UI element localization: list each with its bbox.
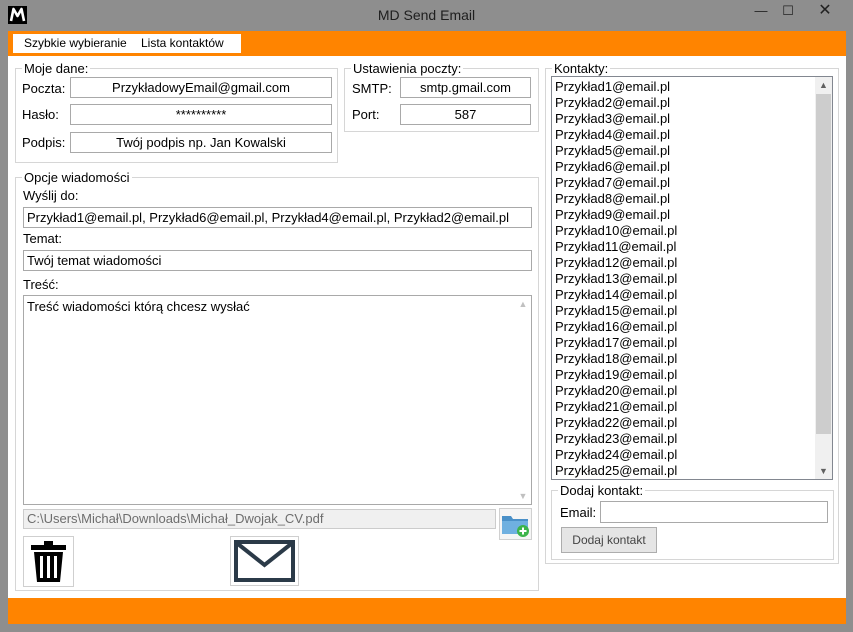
contact-list-item[interactable]: Przykład7@email.pl — [553, 175, 815, 191]
attach-file-button[interactable] — [499, 508, 532, 540]
trash-icon — [31, 541, 66, 582]
contact-list-item[interactable]: Przykład3@email.pl — [553, 111, 815, 127]
contact-list-item[interactable]: Przykład13@email.pl — [553, 271, 815, 287]
contact-list-item[interactable]: Przykład25@email.pl — [553, 463, 815, 479]
contact-list-item[interactable]: Przykład11@email.pl — [553, 239, 815, 255]
title-bar: MD Send Email — ☐ ✕ — [0, 0, 853, 30]
recipients-field[interactable]: Przykład1@email.pl, Przykład6@email.pl, … — [23, 207, 532, 228]
contact-list-item[interactable]: Przykład14@email.pl — [553, 287, 815, 303]
my-data-title: Moje dane: — [22, 61, 91, 76]
mail-settings-group: Ustawienia poczty: SMTP: smtp.gmail.com … — [344, 61, 539, 132]
menu-item-speed-dial[interactable]: Szybkie wybieranie — [24, 36, 127, 50]
contacts-listbox[interactable]: Przykład1@email.pl Przykład2@email.pl Przy… — [551, 76, 833, 480]
contact-list-item[interactable]: Przykład10@email.pl — [553, 223, 815, 239]
my-data-group: Moje dane: Poczta: PrzykładowyEmail@gmai… — [15, 61, 338, 163]
port-field[interactable]: 587 — [400, 104, 531, 125]
recipients-label: Wyślij do: — [23, 188, 79, 203]
contact-list-item[interactable]: Przykład9@email.pl — [553, 207, 815, 223]
menu-strip: Szybkie wybieranie Lista kontaktów — [13, 34, 241, 53]
contact-list-item[interactable]: Przykład24@email.pl — [553, 447, 815, 463]
port-label: Port: — [352, 107, 380, 122]
contacts-scroll-thumb[interactable] — [816, 94, 831, 434]
delete-button[interactable] — [23, 536, 74, 587]
contact-list-item[interactable]: Przykład15@email.pl — [553, 303, 815, 319]
smtp-field[interactable]: smtp.gmail.com — [400, 77, 531, 98]
smtp-label: SMTP: — [352, 81, 392, 96]
message-body-area[interactable]: Treść wiadomości którą chcesz wysłać ▲ ▼ — [23, 295, 532, 505]
contact-list-item[interactable]: Przykład4@email.pl — [553, 127, 815, 143]
contacts-scrollbar[interactable]: ▲ ▼ — [815, 77, 832, 479]
contact-list-item[interactable]: Przykład19@email.pl — [553, 367, 815, 383]
body-label: Treść: — [23, 277, 59, 292]
contact-list-item[interactable]: Przykład16@email.pl — [553, 319, 815, 335]
contact-list-item[interactable]: Przykład17@email.pl — [553, 335, 815, 351]
new-contact-email-label: Email: — [560, 505, 597, 520]
contacts-scroll-up-icon[interactable]: ▲ — [815, 78, 832, 92]
contact-list-item[interactable]: Przykład2@email.pl — [553, 95, 815, 111]
menu-bar: Szybkie wybieranie Lista kontaktów — [8, 31, 846, 56]
body-scroll-down-icon[interactable]: ▼ — [515, 489, 531, 503]
contact-list-item[interactable]: Przykład21@email.pl — [553, 399, 815, 415]
body-scroll-up-icon[interactable]: ▲ — [515, 297, 531, 311]
subject-field[interactable]: Twój temat wiadomości — [23, 250, 532, 271]
password-label: Hasło: — [22, 107, 59, 122]
menu-item-contact-list[interactable]: Lista kontaktów — [141, 36, 224, 50]
signature-label: Podpis: — [22, 135, 66, 150]
contacts-scroll-down-icon[interactable]: ▼ — [815, 464, 832, 478]
add-contact-group: Dodaj kontakt: Email: Dodaj kontakt — [551, 483, 834, 560]
body-scrollbar[interactable]: ▲ ▼ — [515, 296, 531, 504]
message-options-group: Opcje wiadomości Wyślij do: Przykład1@em… — [15, 170, 539, 591]
contacts-group: Kontakty: Przykład1@email.pl Przykład2@em… — [545, 61, 839, 564]
contact-list-item[interactable]: Przykład22@email.pl — [553, 415, 815, 431]
window-title: MD Send Email — [377, 7, 476, 23]
contact-list-item[interactable]: Przykład18@email.pl — [553, 351, 815, 367]
signature-field[interactable]: Twój podpis np. Jan Kowalski — [70, 132, 332, 153]
email-label: Poczta: — [22, 81, 66, 96]
contact-list-item[interactable]: Przykład1@email.pl — [553, 79, 815, 95]
new-contact-email-input[interactable] — [600, 501, 828, 523]
minimize-button[interactable]: — — [748, 0, 774, 22]
password-field[interactable]: ********** — [70, 104, 332, 125]
contacts-list: Przykład1@email.pl Przykład2@email.pl Przy… — [553, 79, 815, 479]
maximize-button[interactable]: ☐ — [774, 0, 802, 22]
envelope-icon — [234, 540, 295, 582]
contact-list-item[interactable]: Przykład5@email.pl — [553, 143, 815, 159]
message-options-title: Opcje wiadomości — [22, 170, 132, 185]
mail-settings-title: Ustawienia poczty: — [351, 61, 464, 76]
folder-add-icon — [502, 516, 529, 537]
message-body-text: Treść wiadomości którą chcesz wysłać — [27, 299, 250, 314]
contact-list-item[interactable]: Przykład6@email.pl — [553, 159, 815, 175]
footer-bar — [8, 598, 846, 624]
email-field[interactable]: PrzykładowyEmail@gmail.com — [70, 77, 332, 98]
contact-list-item[interactable]: Przykład20@email.pl — [553, 383, 815, 399]
contacts-title: Kontakty: — [552, 61, 611, 76]
attachment-path-field: C:\Users\Michał\Downloads\Michał_Dwojak_… — [23, 509, 496, 529]
contact-list-item[interactable]: Przykład12@email.pl — [553, 255, 815, 271]
contact-list-item[interactable]: Przykład8@email.pl — [553, 191, 815, 207]
close-button[interactable]: ✕ — [802, 0, 848, 22]
subject-label: Temat: — [23, 231, 63, 246]
main-window: Szybkie wybieranie Lista kontaktów Moje … — [8, 31, 846, 624]
send-button[interactable] — [230, 536, 299, 586]
add-contact-button[interactable]: Dodaj kontakt — [561, 527, 657, 553]
add-contact-title: Dodaj kontakt: — [558, 483, 646, 498]
contact-list-item[interactable]: Przykład23@email.pl — [553, 431, 815, 447]
